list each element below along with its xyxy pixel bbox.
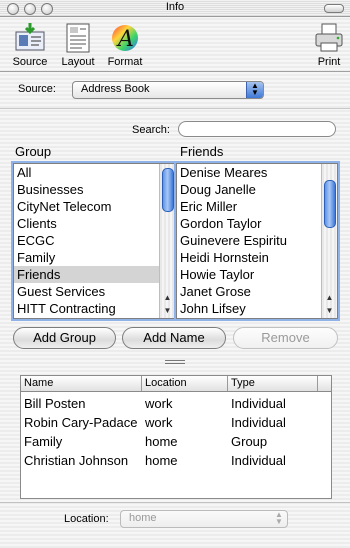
friend-item[interactable]: Guinevere Espiritu bbox=[177, 232, 337, 249]
search-input[interactable] bbox=[178, 121, 336, 137]
location-popup[interactable]: home ▲ ▼ bbox=[120, 510, 288, 528]
group-item[interactable]: All▶ bbox=[14, 164, 175, 181]
friend-item[interactable]: Janet Grose bbox=[177, 283, 337, 300]
scroll-down-arrow-icon[interactable]: ▼ bbox=[160, 305, 175, 317]
print-toolbar-button[interactable]: Print bbox=[312, 22, 346, 68]
layout-toolbar-label: Layout bbox=[61, 56, 95, 68]
layout-toolbar-button[interactable]: Layout bbox=[58, 22, 98, 68]
table-row[interactable]: Bill Posten work Individual bbox=[21, 394, 331, 413]
address-card-icon bbox=[14, 22, 46, 54]
group-list[interactable]: All▶ Businesses▶ CityNet Telecom▶ Client… bbox=[13, 163, 176, 319]
friend-item[interactable]: Gordon Taylor bbox=[177, 215, 337, 232]
table-header: Name Location Type bbox=[21, 376, 331, 392]
printer-icon bbox=[313, 22, 345, 54]
friends-scroll-thumb[interactable] bbox=[324, 180, 336, 228]
toolbar-divider bbox=[0, 71, 350, 72]
popup-arrows-icon: ▲ ▼ bbox=[275, 510, 283, 526]
group-item[interactable]: ECGC▶ bbox=[14, 232, 175, 249]
table-row[interactable]: Christian Johnson home Individual bbox=[21, 451, 331, 470]
add-group-button[interactable]: Add Group bbox=[13, 327, 116, 349]
scroll-up-arrow-icon[interactable]: ▲ bbox=[322, 292, 337, 304]
group-column-header: Group bbox=[15, 144, 52, 159]
group-item[interactable]: Clients▶ bbox=[14, 215, 175, 232]
window-title: Info bbox=[165, 1, 185, 13]
source-value: Address Book bbox=[81, 83, 150, 95]
group-item[interactable]: Businesses▶ bbox=[14, 181, 175, 198]
split-view-grip[interactable] bbox=[165, 360, 185, 364]
group-item[interactable]: Family▶ bbox=[14, 249, 175, 266]
location-label: Location: bbox=[64, 513, 109, 525]
add-name-button[interactable]: Add Name bbox=[122, 327, 226, 349]
bottom-divider bbox=[0, 502, 350, 503]
group-scroll-thumb[interactable] bbox=[162, 168, 174, 212]
source-toolbar-label: Source bbox=[12, 56, 48, 68]
group-item-selected[interactable]: Friends▶ bbox=[14, 266, 175, 283]
group-item[interactable]: CityNet Telecom▶ bbox=[14, 198, 175, 215]
table-row[interactable]: Robin Cary-Padace work Individual bbox=[21, 413, 331, 432]
table-row[interactable]: Family home Group bbox=[21, 432, 331, 451]
search-label: Search: bbox=[132, 124, 170, 136]
scroll-down-arrow-icon[interactable]: ▼ bbox=[322, 305, 337, 317]
friend-item[interactable]: Eric Miller bbox=[177, 198, 337, 215]
format-toolbar-button[interactable]: A Format bbox=[104, 22, 146, 68]
friends-list[interactable]: Denise Meares Doug Janelle Eric Miller G… bbox=[176, 163, 338, 319]
scroll-up-arrow-icon[interactable]: ▲ bbox=[160, 292, 175, 304]
friend-item[interactable]: John Lifsey bbox=[177, 300, 337, 317]
group-item[interactable]: Guest Services▶ bbox=[14, 283, 175, 300]
friends-scrollbar[interactable]: ▲ ▼ bbox=[321, 164, 337, 318]
column-header-location[interactable]: Location bbox=[145, 377, 187, 389]
toolbar-toggle-button[interactable] bbox=[324, 4, 344, 13]
format-toolbar-label: Format bbox=[107, 56, 143, 68]
group-item[interactable]: HITT Contracting▶ bbox=[14, 300, 175, 317]
document-layout-icon bbox=[62, 22, 94, 54]
print-toolbar-label: Print bbox=[317, 56, 341, 68]
title-bar: Info bbox=[0, 0, 350, 17]
source-label: Source: bbox=[18, 83, 56, 95]
friends-column-header: Friends bbox=[180, 144, 224, 159]
location-value: home bbox=[129, 512, 157, 524]
friend-item[interactable]: Heidi Hornstein bbox=[177, 249, 337, 266]
remove-button[interactable]: Remove bbox=[233, 327, 338, 349]
members-table[interactable]: Name Location Type Bill Posten work Indi… bbox=[20, 375, 332, 499]
friend-item[interactable]: Howie Taylor bbox=[177, 266, 337, 283]
color-font-icon: A bbox=[109, 22, 141, 54]
popup-arrows-icon: ▲ ▼ bbox=[246, 82, 263, 98]
group-scrollbar[interactable]: ▲ ▼ bbox=[159, 164, 175, 318]
source-divider bbox=[0, 108, 350, 109]
column-header-type[interactable]: Type bbox=[231, 377, 255, 389]
friend-item[interactable]: Denise Meares bbox=[177, 164, 337, 181]
source-popup[interactable]: Address Book ▲ ▼ bbox=[72, 81, 264, 99]
friend-item[interactable]: Doug Janelle bbox=[177, 181, 337, 198]
source-toolbar-button[interactable]: Source bbox=[10, 22, 50, 68]
column-header-name[interactable]: Name bbox=[24, 377, 53, 389]
svg-text:A: A bbox=[116, 27, 134, 52]
